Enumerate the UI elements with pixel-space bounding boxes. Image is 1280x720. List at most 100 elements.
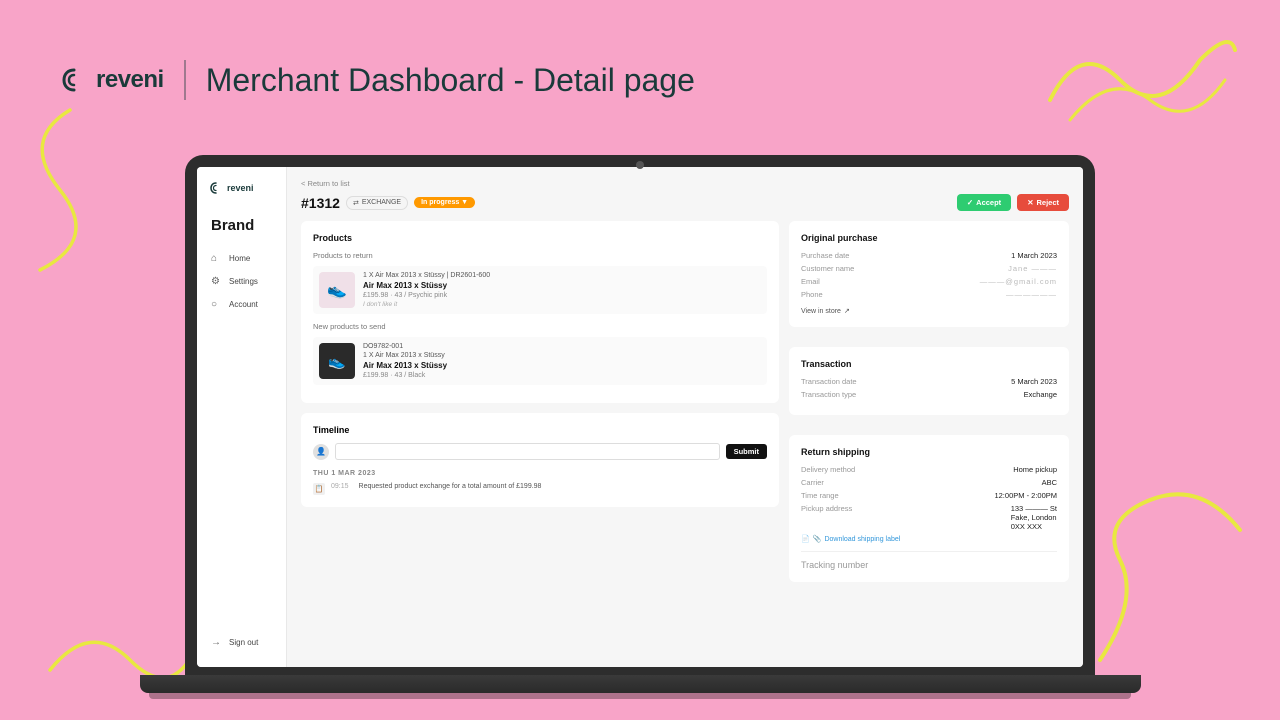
pickup-address-row: Pickup address 133 ——— St Fake, London 0… <box>801 504 1057 531</box>
right-column: Original purchase Purchase date 1 March … <box>789 221 1069 592</box>
laptop-base <box>140 675 1141 693</box>
page-header: reveni Merchant Dashboard - Detail page <box>60 60 695 100</box>
transaction-type-value: Exchange <box>1024 390 1057 399</box>
settings-icon: ⚙ <box>211 276 223 287</box>
download-icon: 📄 <box>801 535 810 543</box>
order-id: #1312 <box>301 195 340 211</box>
header-divider <box>184 60 186 100</box>
signout-item[interactable]: → Sign out <box>205 632 278 653</box>
status-badge[interactable]: In progress ▼ <box>414 197 475 208</box>
exchange-badge: ⇄ EXCHANGE <box>346 196 408 210</box>
download-label: Download shipping label <box>824 536 900 543</box>
transaction-type-label: Transaction type <box>801 390 856 399</box>
phone-row: Phone —————— <box>801 290 1057 299</box>
transaction-date-value: 5 March 2023 <box>1011 377 1057 386</box>
reject-icon: ✕ <box>1027 198 1033 207</box>
nav-items: ⌂ Home ⚙ Settings ○ Account <box>197 248 286 315</box>
products-card: Products Products to return 👟 1 X Air Ma… <box>301 221 779 403</box>
reject-label: Reject <box>1036 198 1059 207</box>
detail-header: #1312 ⇄ EXCHANGE In progress ▼ ✓ Accept <box>301 194 1069 211</box>
new-product-sku: DO9782-001 <box>363 343 761 350</box>
new-section-label: New products to send <box>313 322 767 331</box>
action-buttons: ✓ Accept ✕ Reject <box>957 194 1069 211</box>
transaction-title: Transaction <box>801 359 1057 369</box>
download-icon2: 📎 <box>813 535 822 543</box>
original-purchase-title: Original purchase <box>801 233 1057 243</box>
submit-button[interactable]: Submit <box>726 444 767 459</box>
address-line2: Fake, London <box>1011 513 1057 522</box>
timeline-title: Timeline <box>313 425 767 435</box>
exchange-icon: ⇄ <box>353 199 359 207</box>
return-section-label: Products to return <box>313 251 767 260</box>
nav-home-label: Home <box>229 254 250 263</box>
left-column: Products Products to return 👟 1 X Air Ma… <box>301 221 779 592</box>
email-label: Email <box>801 277 820 286</box>
brand-label: Brand <box>197 211 286 248</box>
timeline-event-time: 09:15 <box>331 483 349 490</box>
detail-header-left: #1312 ⇄ EXCHANGE In progress ▼ <box>301 195 475 211</box>
reject-button[interactable]: ✕ Reject <box>1017 194 1069 211</box>
return-product-name: Air Max 2013 x Stüssy <box>363 281 761 290</box>
reveni-logo-icon <box>60 66 88 94</box>
home-icon: ⌂ <box>211 253 223 264</box>
nav-item-home[interactable]: ⌂ Home <box>205 248 278 269</box>
new-product-meta: £199.98 · 43 / Black <box>363 372 761 379</box>
nav-item-account[interactable]: ○ Account <box>205 294 278 315</box>
time-range-label: Time range <box>801 491 839 500</box>
account-icon: ○ <box>211 299 223 310</box>
signout-icon: → <box>211 637 223 648</box>
return-product-reason: I don't like it <box>363 301 761 308</box>
carrier-label: Carrier <box>801 478 824 487</box>
back-link[interactable]: < Return to list <box>301 179 1069 188</box>
email-value: ———@gmail.com <box>980 277 1057 286</box>
nav-item-signout[interactable]: → Sign out <box>197 632 286 653</box>
nav-account-label: Account <box>229 300 258 309</box>
timeline-input[interactable] <box>335 443 720 460</box>
sidebar-logo-text: reveni <box>227 183 254 193</box>
sidebar-logo-icon <box>209 181 223 195</box>
timeline-event: 📋 09:15 Requested product exchange for a… <box>313 483 767 495</box>
new-product-qty: 1 X Air Max 2013 x Stüssy <box>363 352 761 359</box>
delivery-method-label: Delivery method <box>801 465 855 474</box>
page-title: Merchant Dashboard - Detail page <box>206 62 695 99</box>
nav-settings-label: Settings <box>229 277 258 286</box>
timeline-section: Timeline 👤 Submit THU 1 MAR 2023 📋 09:15 <box>301 413 779 507</box>
return-shipping-title: Return shipping <box>801 447 1057 457</box>
main-content: < Return to list #1312 ⇄ EXCHANGE In pro… <box>287 167 1083 667</box>
time-range-row: Time range 12:00PM - 2:00PM <box>801 491 1057 500</box>
nav-signout-label: Sign out <box>229 638 258 647</box>
new-product-color: 43 / Black <box>395 372 426 379</box>
logo-text: reveni <box>96 66 164 94</box>
exchange-label: EXCHANGE <box>362 199 401 206</box>
accept-icon: ✓ <box>967 198 973 207</box>
delivery-method-row: Delivery method Home pickup <box>801 465 1057 474</box>
timeline-event-text: Requested product exchange for a total a… <box>359 483 542 490</box>
download-shipping-label-link[interactable]: 📄 📎 Download shipping label <box>801 535 1057 543</box>
pickup-address-value: 133 ——— St Fake, London 0XX XXX <box>1011 504 1057 531</box>
accept-label: Accept <box>976 198 1001 207</box>
return-product-color: 43 / Psychic pink <box>395 292 448 299</box>
return-product-price: £195.98 <box>363 292 388 299</box>
accept-button[interactable]: ✓ Accept <box>957 194 1011 211</box>
laptop-wrapper: reveni Brand ⌂ Home ⚙ Settings <box>185 155 1095 675</box>
purchase-date-value: 1 March 2023 <box>1011 251 1057 260</box>
nav-item-settings[interactable]: ⚙ Settings <box>205 271 278 292</box>
phone-label: Phone <box>801 290 823 299</box>
return-product-qty-sku: 1 X Air Max 2013 x Stüssy | DR2601-600 <box>363 272 761 279</box>
laptop-base-shadow <box>149 693 1132 699</box>
purchase-date-row: Purchase date 1 March 2023 <box>801 251 1057 260</box>
time-range-value: 12:00PM - 2:00PM <box>994 491 1057 500</box>
email-row: Email ———@gmail.com <box>801 277 1057 286</box>
new-product-price: £199.98 <box>363 372 388 379</box>
new-product-info: DO9782-001 1 X Air Max 2013 x Stüssy Air… <box>363 343 761 379</box>
transaction-type-row: Transaction type Exchange <box>801 390 1057 399</box>
customer-name-row: Customer name Jane ——— <box>801 264 1057 273</box>
return-shipping-card: Return shipping Delivery method Home pic… <box>789 435 1069 582</box>
view-in-store-link[interactable]: View in store ↗ <box>801 307 1057 315</box>
external-link-icon: ↗ <box>844 307 850 315</box>
timeline-event-icon: 📋 <box>313 483 325 495</box>
address-line1: 133 ——— St <box>1011 504 1057 513</box>
view-in-store-label: View in store <box>801 308 841 315</box>
return-product-info: 1 X Air Max 2013 x Stüssy | DR2601-600 A… <box>363 272 761 308</box>
pickup-address-label: Pickup address <box>801 504 852 531</box>
